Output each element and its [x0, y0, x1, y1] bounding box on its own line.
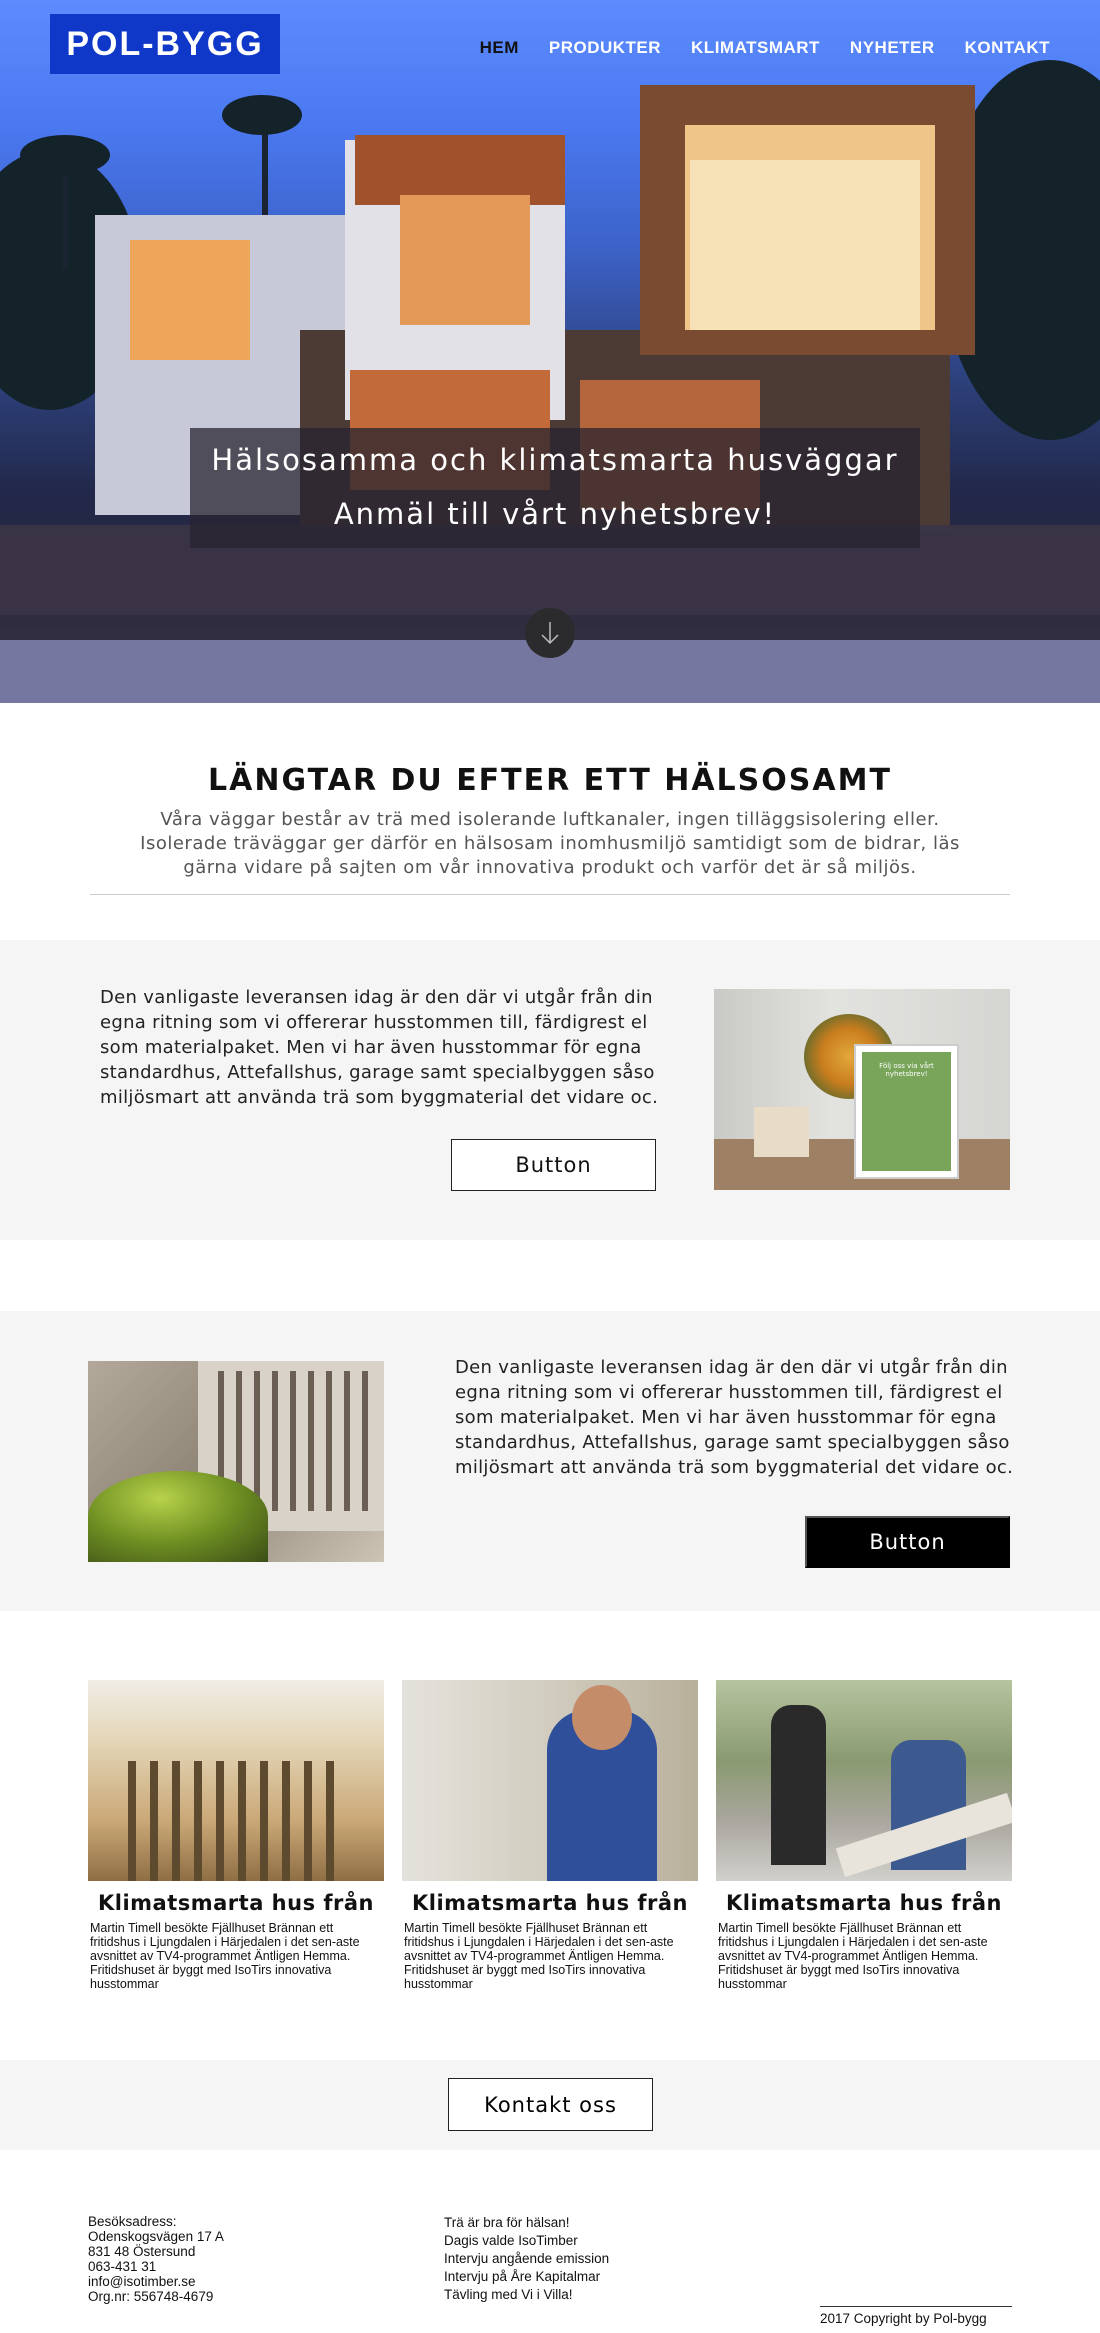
feature-2-button[interactable]: Button — [805, 1516, 1010, 1568]
wood-box — [754, 1107, 809, 1157]
hero-headline: Hälsosamma och klimatsmarta husväggar — [211, 443, 899, 477]
nav-item-nyheter[interactable]: NYHETER — [850, 38, 935, 58]
news-card-title[interactable]: Klimatsmarta hus från — [88, 1891, 384, 1915]
wood-slat — [344, 1371, 350, 1511]
wood-fin — [260, 1761, 268, 1881]
wood-fin — [172, 1761, 180, 1881]
house-window — [400, 195, 530, 325]
wood-slat — [290, 1371, 296, 1511]
palm-crown — [222, 95, 302, 135]
feature-2-image — [88, 1361, 384, 1562]
scroll-down-button[interactable] — [525, 608, 575, 658]
footer-link[interactable]: Intervju på Åre Kapitalmar — [444, 2268, 609, 2286]
news-card-image — [88, 1680, 384, 1881]
intro-title: LÄNGTAR DU EFTER ETT HÄLSOSAMT — [208, 763, 892, 798]
footer-link[interactable]: Trä är bra för hälsan! — [444, 2214, 609, 2232]
intro-text: Våra väggar består av trä med isolerande… — [140, 809, 960, 878]
feature-1-button[interactable]: Button — [451, 1139, 656, 1191]
person-head — [572, 1685, 632, 1750]
news-card-image — [716, 1680, 1012, 1881]
footer-links: Trä är bra för hälsan! Dagis valde IsoTi… — [444, 2214, 609, 2304]
wood-fin — [282, 1761, 290, 1881]
news-card-image — [402, 1680, 698, 1881]
wood-slat — [254, 1371, 260, 1511]
footer-phone[interactable]: 063-431 31 — [88, 2259, 224, 2274]
footer-orgnr: Org.nr: 556748-4679 — [88, 2289, 214, 2304]
news-card[interactable]: Klimatsmarta hus från Martin Timell besö… — [716, 1680, 1012, 1991]
news-card[interactable]: Klimatsmarta hus från Martin Timell besö… — [88, 1680, 384, 1991]
footer-copyright: 2017 Copyright by Pol-bygg — [820, 2311, 987, 2326]
feature-1-image: Följ oss via vårt nyhetsbrev! — [714, 989, 1010, 1190]
wood-slat — [362, 1371, 368, 1511]
house-window — [130, 240, 250, 360]
news-card-title[interactable]: Klimatsmarta hus från — [716, 1891, 1012, 1915]
wood-slat — [326, 1371, 332, 1511]
wood-fin — [194, 1761, 202, 1881]
hero-caption: Hälsosamma och klimatsmarta husväggar An… — [190, 428, 920, 548]
news-card-desc: Martin Timell besökte Fjällhuset Brännan… — [404, 1921, 674, 1991]
news-card-title[interactable]: Klimatsmarta hus från — [402, 1891, 698, 1915]
footer-address: Besöksadress: Odenskogsvägen 17 A 831 48… — [88, 2214, 224, 2304]
nav-item-hem[interactable]: HEM — [480, 38, 519, 58]
wood-fin — [150, 1761, 158, 1881]
newsletter-sign: Följ oss via vårt nyhetsbrev! — [862, 1052, 951, 1171]
footer-address-label: Besöksadress: — [88, 2214, 177, 2229]
news-card-desc: Martin Timell besökte Fjällhuset Brännan… — [90, 1921, 360, 1991]
footer-divider — [820, 2306, 1012, 2307]
news-card-desc: Martin Timell besökte Fjällhuset Brännan… — [718, 1921, 988, 1991]
wood-fin — [326, 1761, 334, 1881]
footer-link[interactable]: Dagis valde IsoTimber — [444, 2232, 609, 2250]
wood-fin — [216, 1761, 224, 1881]
wood-fin — [128, 1761, 136, 1881]
site-logo[interactable]: POL-BYGG — [50, 14, 280, 74]
palm-crown-2 — [20, 135, 110, 175]
footer-street: Odenskogsvägen 17 A — [88, 2229, 224, 2244]
house-top-glass — [690, 160, 920, 330]
person — [771, 1705, 826, 1865]
wood-slat — [308, 1371, 314, 1511]
divider — [90, 894, 1010, 895]
footer-city: 831 48 Östersund — [88, 2244, 196, 2259]
arrow-down-icon — [541, 622, 559, 645]
moss — [88, 1471, 268, 1562]
main-nav: HEM PRODUKTER KLIMATSMART NYHETER KONTAK… — [480, 38, 1050, 58]
nav-item-kontakt[interactable]: KONTAKT — [965, 38, 1050, 58]
wood-fin — [304, 1761, 312, 1881]
footer-email[interactable]: info@isotimber.se — [88, 2274, 224, 2289]
hero-section: POL-BYGG HEM PRODUKTER KLIMATSMART NYHET… — [0, 0, 1100, 703]
feature-2-text: Den vanligaste leveransen idag är den dä… — [455, 1357, 1014, 1478]
contact-button[interactable]: Kontakt oss — [448, 2078, 653, 2131]
wood-slat — [272, 1371, 278, 1511]
wood-fin — [238, 1761, 246, 1881]
hero-newsletter-link[interactable]: Anmäl till vårt nyhetsbrev! — [190, 492, 920, 536]
nav-item-klimatsmart[interactable]: KLIMATSMART — [691, 38, 820, 58]
nav-item-produkter[interactable]: PRODUKTER — [549, 38, 661, 58]
footer-link[interactable]: Intervju angående emission — [444, 2250, 609, 2268]
news-card[interactable]: Klimatsmarta hus från Martin Timell besö… — [402, 1680, 698, 1991]
footer-link[interactable]: Tävling med Vi i Villa! — [444, 2286, 609, 2304]
feature-1-text: Den vanligaste leveransen idag är den dä… — [100, 987, 659, 1108]
